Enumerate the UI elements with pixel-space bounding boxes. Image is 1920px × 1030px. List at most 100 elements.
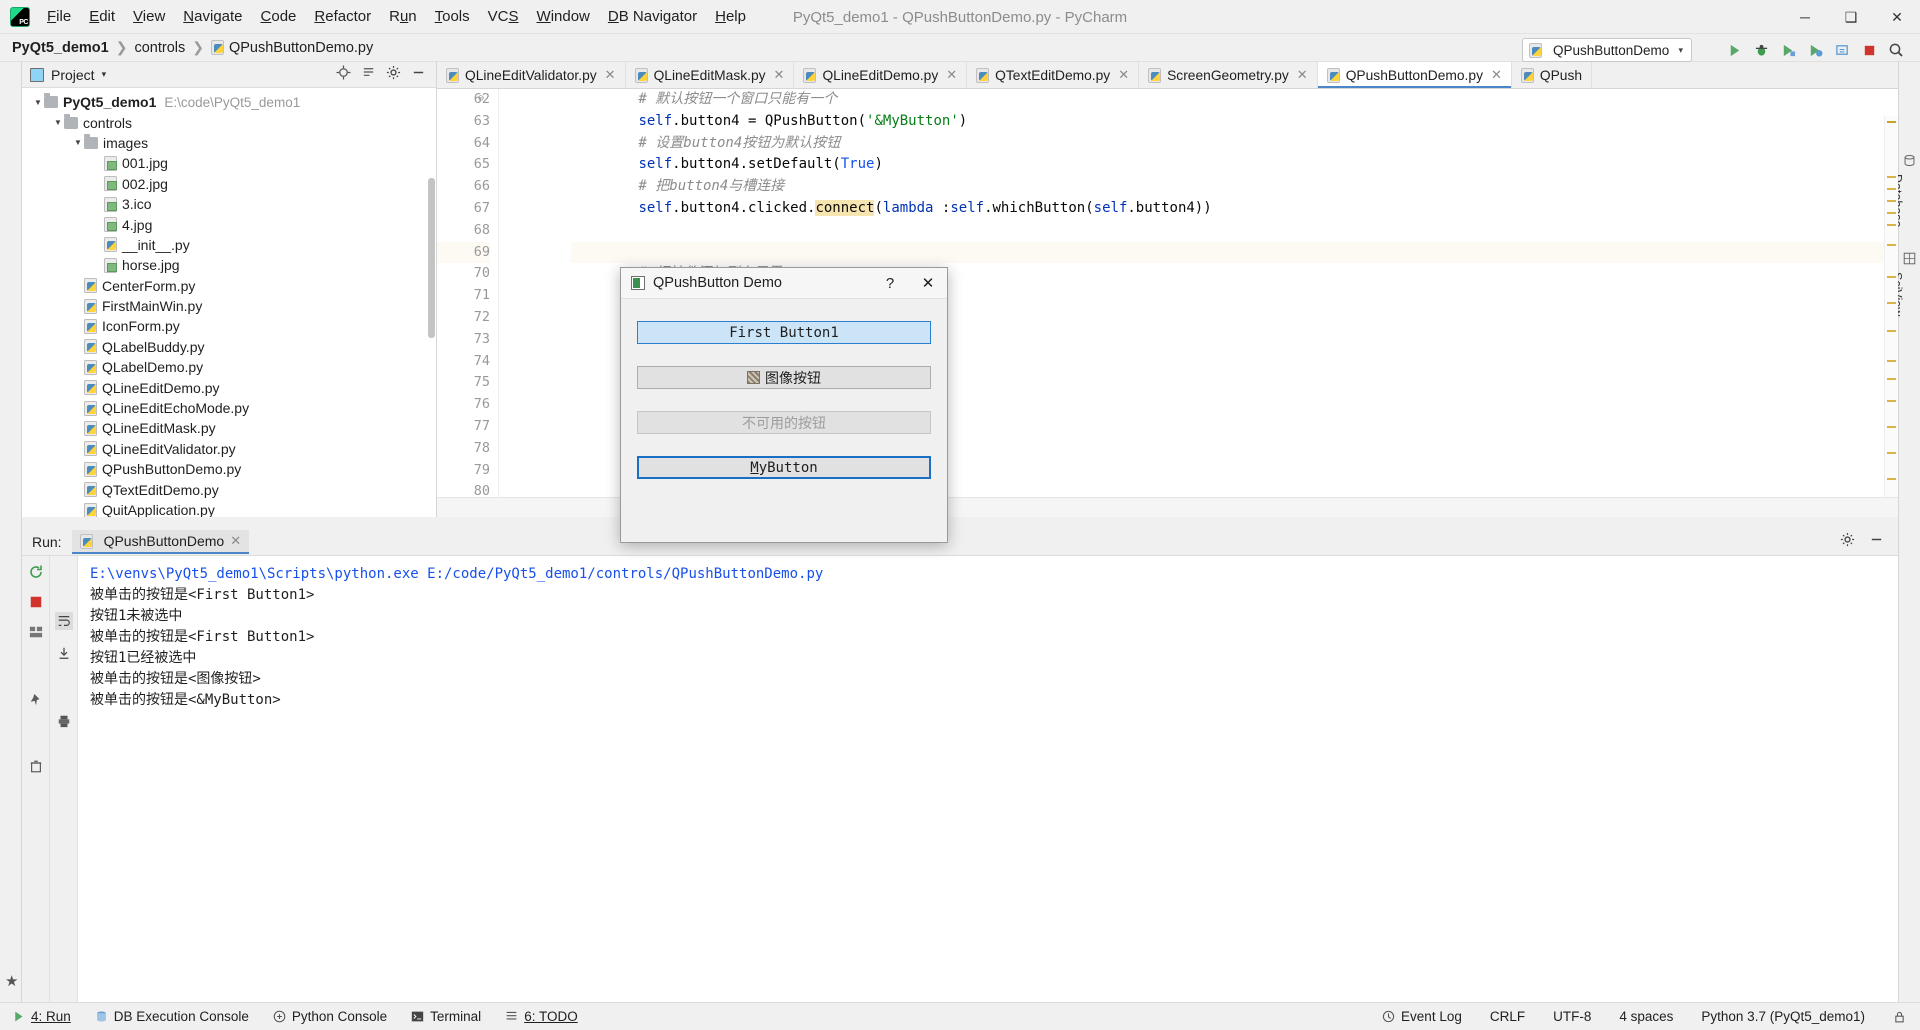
qpushbutton-demo-dialog[interactable]: QPushButton Demo ? ✕ First Button1 图像按钮 不可… [620, 267, 948, 543]
tree-node-qpushbuttondemo-py[interactable]: QPushButtonDemo.py [22, 459, 436, 479]
tree-node-pyqt5-demo1[interactable]: ▼ PyQt5_demo1 E:\code\PyQt5_demo1 [22, 92, 436, 112]
code-line[interactable]: self.button4.setDefault(True) [571, 154, 1898, 176]
menu-item-window[interactable]: Window [528, 4, 599, 30]
menu-item-edit[interactable]: Edit [80, 4, 124, 30]
tree-node-firstmainwin-py[interactable]: FirstMainWin.py [22, 296, 436, 316]
tree-node-4-jpg[interactable]: 4.jpg [22, 214, 436, 234]
breadcrumb-file[interactable]: QPushButtonDemo.py [210, 40, 373, 56]
menu-item-tools[interactable]: Tools [426, 4, 479, 30]
tree-node-002-jpg[interactable]: 002.jpg [22, 174, 436, 194]
maximize-button[interactable]: ❑ [1828, 0, 1874, 34]
expand-arrow-icon[interactable]: ▼ [72, 138, 84, 147]
tree-node-controls[interactable]: ▼ controls [22, 112, 436, 132]
code-line[interactable] [571, 241, 1898, 264]
close-icon[interactable]: ✕ [1491, 67, 1502, 83]
tree-node-qlabeldemo-py[interactable]: QLabelDemo.py [22, 357, 436, 377]
status-item-encoding[interactable]: UTF-8 [1539, 1003, 1605, 1030]
menu-item-view[interactable]: View [124, 4, 174, 30]
editor-tab-qpush[interactable]: QPush [1512, 62, 1593, 88]
menu-item-run[interactable]: Run [380, 4, 426, 30]
gear-icon[interactable] [386, 65, 401, 84]
status-item-indent[interactable]: 4 spaces [1605, 1003, 1687, 1030]
tree-node-quitapplication-py[interactable]: QuitApplication.py [22, 500, 436, 517]
breadcrumb-project[interactable]: PyQt5_demo1 [12, 40, 109, 56]
code-line[interactable]: # 默认按钮一个窗口只能有一个 [571, 89, 1898, 111]
dialog-first-button1[interactable]: First Button1 [637, 321, 931, 344]
project-file-tree[interactable]: ▼ PyQt5_demo1 E:\code\PyQt5_demo1 ▼ controls… [22, 88, 436, 517]
menu-item-code[interactable]: Code [252, 4, 306, 30]
menu-item-help[interactable]: Help [706, 4, 755, 30]
breadcrumb-folder[interactable]: controls [134, 40, 185, 56]
run-tab[interactable]: QPushButtonDemo ✕ [71, 530, 250, 554]
soft-wrap-icon[interactable] [54, 612, 73, 630]
code-line[interactable]: self.button4 = QPushButton('&MyButton') [571, 111, 1898, 133]
print-icon[interactable] [55, 712, 73, 730]
tree-node-qlineeditvalidator-py[interactable]: QLineEditValidator.py [22, 439, 436, 459]
code-line[interactable]: # 把button4与槽连接 [571, 176, 1898, 198]
dialog-close-button[interactable]: ✕ [909, 268, 947, 299]
tree-node-iconform-py[interactable]: IconForm.py [22, 316, 436, 336]
run-configuration-selector[interactable]: QPushButtonDemo ▾ [1522, 38, 1692, 62]
fold-marker-icon[interactable]: ⊖ [478, 93, 484, 104]
rerun-icon[interactable] [27, 563, 45, 581]
tree-node-3-ico[interactable]: 3.ico [22, 194, 436, 214]
expand-arrow-icon[interactable]: ▼ [32, 98, 44, 107]
favorites-star-icon[interactable]: ★ [5, 972, 18, 990]
code-line[interactable]: self.button4.clicked.connect(lambda :sel… [571, 198, 1898, 220]
close-button[interactable]: ✕ [1874, 0, 1920, 34]
menu-item-refactor[interactable]: Refactor [305, 4, 380, 30]
tree-node-qlineeditmask-py[interactable]: QLineEditMask.py [22, 418, 436, 438]
status-item-interpreter[interactable]: Python 3.7 (PyQt5_demo1) [1687, 1003, 1879, 1030]
tree-node-001-jpg[interactable]: 001.jpg [22, 153, 436, 173]
dialog-help-button[interactable]: ? [871, 268, 909, 299]
attach-icon[interactable] [1832, 40, 1852, 60]
menu-item-file[interactable]: File [38, 4, 80, 30]
coverage-icon[interactable] [1778, 40, 1798, 60]
hide-panel-icon[interactable] [411, 65, 426, 84]
search-everywhere-icon[interactable] [1886, 40, 1906, 60]
code-line[interactable] [571, 220, 1898, 242]
tree-node-qtexteditdemo-py[interactable]: QTextEditDemo.py [22, 479, 436, 499]
close-icon[interactable]: ✕ [774, 67, 785, 83]
error-marker-strip[interactable] [1884, 116, 1898, 517]
menu-item-db-navigator[interactable]: DB Navigator [599, 4, 706, 30]
status-item-terminal[interactable]: Terminal [399, 1003, 493, 1030]
editor-tab-qlineeditdemo-py[interactable]: QLineEditDemo.py ✕ [794, 62, 968, 88]
expand-arrow-icon[interactable]: ▼ [52, 118, 64, 127]
close-icon[interactable]: ✕ [605, 67, 616, 83]
editor-tab-qlineeditmask-py[interactable]: QLineEditMask.py ✕ [626, 62, 795, 88]
dialog-my-button[interactable]: MyButton [637, 456, 931, 479]
tree-node-qlineeditdemo-py[interactable]: QLineEditDemo.py [22, 377, 436, 397]
editor-tab-screengeometry-py[interactable]: ScreenGeometry.py ✕ [1139, 62, 1318, 88]
code-line[interactable]: # 设置button4按钮为默认按钮 [571, 133, 1898, 155]
status-item-todo[interactable]: 6: TODO [493, 1003, 590, 1030]
stop-icon[interactable] [27, 593, 45, 611]
tree-node-qlineeditechomode-py[interactable]: QLineEditEchoMode.py [22, 398, 436, 418]
tree-node-horse-jpg[interactable]: horse.jpg [22, 255, 436, 275]
close-icon[interactable]: ✕ [1297, 67, 1308, 83]
status-item-line-separator[interactable]: CRLF [1476, 1003, 1539, 1030]
hide-panel-icon[interactable] [1869, 532, 1884, 551]
project-scrollbar[interactable] [428, 178, 435, 338]
layout-icon[interactable] [27, 623, 45, 641]
dialog-image-button[interactable]: 图像按钮 [637, 366, 931, 389]
tree-node-images[interactable]: ▼ images [22, 133, 436, 153]
status-item-db-console[interactable]: DB Execution Console [83, 1003, 261, 1030]
editor-tab-qlineeditvalidator-py[interactable]: QLineEditValidator.py ✕ [437, 62, 626, 88]
run-console-output[interactable]: E:\venvs\PyQt5_demo1\Scripts\python.exe … [78, 556, 1898, 1002]
minimize-button[interactable]: ─ [1782, 0, 1828, 34]
status-item-event-log[interactable]: Event Log [1368, 1003, 1476, 1030]
tree-node-qlabelbuddy-py[interactable]: QLabelBuddy.py [22, 337, 436, 357]
gear-icon[interactable] [1840, 532, 1855, 551]
menu-item-navigate[interactable]: Navigate [174, 4, 251, 30]
close-icon[interactable]: ✕ [946, 67, 957, 83]
pin-icon[interactable] [27, 691, 45, 709]
status-item-run[interactable]: 4: Run [0, 1003, 83, 1030]
editor-tab-qpushbuttondemo-py[interactable]: QPushButtonDemo.py ✕ [1317, 62, 1512, 88]
collapse-all-icon[interactable] [361, 65, 376, 84]
chevron-down-icon[interactable]: ▾ [102, 69, 107, 80]
status-item-lock[interactable] [1879, 1003, 1920, 1030]
close-icon[interactable]: ✕ [230, 533, 241, 549]
locate-target-icon[interactable] [336, 65, 351, 84]
run-icon[interactable] [1724, 40, 1744, 60]
